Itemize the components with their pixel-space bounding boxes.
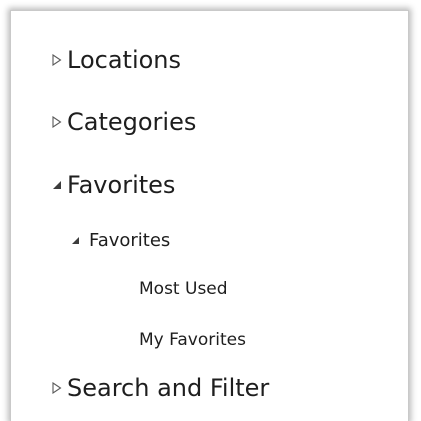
tree-item-label: Favorites — [89, 229, 171, 251]
tree-item-label: Favorites — [67, 171, 176, 199]
tree-item-favorites[interactable]: Favorites — [52, 168, 175, 202]
tree-item-most-used[interactable]: Most Used — [139, 276, 228, 302]
navigation-tree-panel: Locations Categories Favorites Favorites… — [10, 10, 409, 421]
collapsed-triangle-icon[interactable] — [52, 54, 62, 66]
tree-item-label: Most Used — [139, 279, 228, 299]
expanded-triangle-icon[interactable] — [52, 180, 62, 190]
tree-item-my-favorites[interactable]: My Favorites — [139, 327, 246, 353]
tree-item-locations[interactable]: Locations — [52, 43, 181, 77]
stage: Locations Categories Favorites Favorites… — [0, 0, 421, 421]
tree-item-label: Search and Filter — [67, 374, 270, 402]
tree-item-search-and-filter[interactable]: Search and Filter — [52, 371, 269, 405]
tree-item-label: Locations — [67, 46, 182, 74]
collapsed-triangle-icon[interactable] — [52, 382, 62, 394]
collapsed-triangle-icon[interactable] — [52, 116, 62, 128]
tree-item-label: My Favorites — [139, 330, 246, 350]
tree-item-label: Categories — [67, 108, 197, 136]
tree-item-favorites-group[interactable]: Favorites — [71, 226, 170, 254]
expanded-triangle-icon[interactable] — [71, 236, 80, 245]
tree-item-categories[interactable]: Categories — [52, 105, 196, 139]
